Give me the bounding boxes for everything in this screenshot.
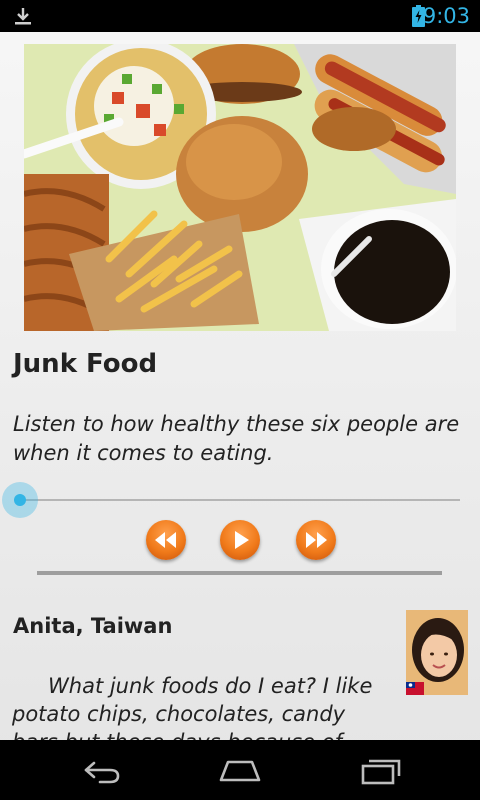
- back-icon[interactable]: [76, 754, 124, 786]
- play-icon: [235, 531, 249, 549]
- recent-apps-icon[interactable]: [357, 754, 405, 786]
- play-button[interactable]: [220, 520, 260, 560]
- section-divider: [37, 571, 442, 575]
- fast-forward-icon: [306, 532, 327, 548]
- speaker-name: Anita, Taiwan: [13, 614, 173, 638]
- seek-thumb[interactable]: [2, 482, 38, 518]
- lesson-description: Listen to how healthy these six people a…: [13, 412, 460, 465]
- fast-forward-button[interactable]: [296, 520, 336, 560]
- rewind-icon: [155, 532, 176, 548]
- clock: 9:03: [422, 4, 470, 28]
- junk-food-photo: [24, 44, 456, 331]
- audio-seek-bar[interactable]: [20, 499, 460, 501]
- download-icon: [15, 8, 31, 25]
- status-bar: 9:03: [0, 0, 480, 32]
- navigation-bar: [0, 740, 480, 800]
- rewind-button[interactable]: [146, 520, 186, 560]
- speaker-avatar[interactable]: [406, 610, 468, 695]
- home-icon[interactable]: [216, 754, 264, 786]
- lesson-title: Junk Food: [13, 349, 158, 379]
